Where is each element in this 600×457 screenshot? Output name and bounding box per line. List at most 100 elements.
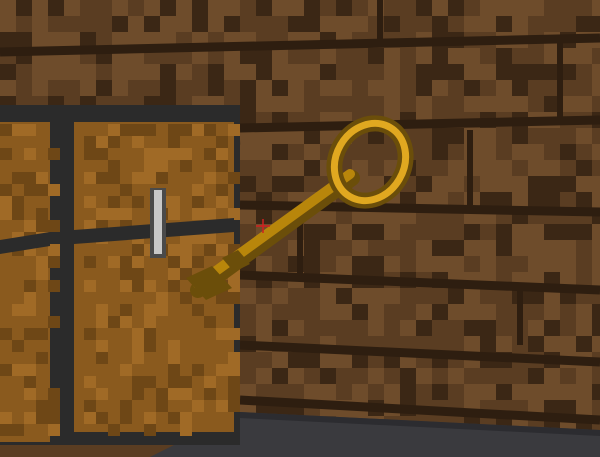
chest-wood-pixel — [48, 388, 60, 400]
wall-pixel — [400, 320, 416, 336]
wall-pixel — [528, 80, 544, 96]
chest-wood-pixel — [168, 352, 180, 364]
wall-pixel — [336, 16, 352, 32]
wall-pixel — [304, 96, 320, 112]
chest-wood-pixel — [48, 220, 60, 232]
wall-pixel — [352, 304, 368, 320]
chest-wood-pixel — [0, 184, 12, 196]
chest-wood-pixel — [12, 340, 24, 352]
wall-pixel — [336, 304, 352, 320]
chest-wood-pixel — [228, 292, 240, 304]
wall-pixel — [560, 176, 576, 192]
wall-pixel — [544, 368, 560, 384]
chest-wood-pixel — [132, 256, 144, 268]
wall-pixel — [16, 0, 32, 16]
wall-pixel — [416, 320, 432, 336]
wall-pixel — [480, 304, 496, 320]
wall-pixel — [496, 240, 512, 256]
chest-wood-pixel — [156, 172, 168, 184]
wall-pixel — [432, 144, 448, 160]
chest-wood-pixel — [84, 136, 96, 148]
chest-wood-pixel — [12, 124, 24, 136]
wall-pixel — [400, 256, 416, 272]
wall-pixel — [480, 224, 496, 240]
wall-pixel — [416, 160, 432, 176]
chest-wood-pixel — [120, 208, 132, 220]
wall-pixel — [240, 160, 256, 176]
wall-pixel — [64, 64, 80, 80]
wall-pixel — [576, 224, 592, 240]
wall-pixel — [592, 96, 600, 112]
chest-wood-pixel — [108, 172, 120, 184]
chest-wood-pixel — [120, 364, 132, 376]
game-viewport[interactable] — [0, 0, 600, 457]
wall-pixel — [496, 128, 512, 144]
wall-pixel — [528, 224, 544, 240]
wall-pixel — [480, 0, 496, 16]
chest-wood-pixel — [0, 208, 12, 220]
chest-wood-pixel — [48, 400, 60, 412]
wall-pixel — [192, 80, 208, 96]
chest-wood-pixel — [120, 400, 132, 412]
wall-pixel — [560, 160, 576, 176]
wall-pixel — [320, 384, 336, 400]
chest-wood-pixel — [120, 268, 132, 280]
chest-wood-pixel — [156, 148, 168, 160]
wall-pixel — [352, 16, 368, 32]
wall-pixel — [480, 176, 496, 192]
wall-pixel — [448, 64, 464, 80]
chest-wood-pixel — [0, 364, 12, 376]
wall-pixel — [384, 64, 400, 80]
wall-pixel — [352, 224, 368, 240]
chest-wood-pixel — [96, 148, 108, 160]
wall-pixel — [416, 0, 432, 16]
chest-wood-pixel — [132, 280, 144, 292]
wall-pixel — [288, 16, 304, 32]
wall-pixel — [448, 240, 464, 256]
wall-pixel — [240, 144, 256, 160]
wall-pixel — [560, 128, 576, 144]
wall-pixel — [352, 96, 368, 112]
wall-pixel — [0, 32, 16, 48]
wall-pixel — [592, 224, 600, 240]
wall-pixel — [512, 128, 528, 144]
chest-wood-pixel — [168, 412, 180, 424]
chest-wood-pixel — [96, 412, 108, 424]
wall-pixel — [432, 96, 448, 112]
wall-pixel — [576, 384, 592, 400]
chest-wood-pixel — [24, 376, 36, 388]
chest-wood-pixel — [96, 136, 108, 148]
wall-pixel — [400, 16, 416, 32]
chest-wood-pixel — [48, 148, 60, 160]
chest-wood-pixel — [216, 244, 228, 256]
chest-wood-pixel — [180, 148, 192, 160]
wall-pixel — [304, 48, 320, 64]
chest-wood-pixel — [132, 268, 144, 280]
wall-pixel — [320, 320, 336, 336]
chest-wood-pixel — [24, 280, 36, 292]
wall-pixel — [256, 288, 272, 304]
wall-pixel — [272, 0, 288, 16]
wall-pixel — [480, 256, 496, 272]
chest-wood-pixel — [0, 124, 12, 136]
chest-wood-pixel — [84, 400, 96, 412]
chest-wood-pixel — [180, 256, 192, 268]
wall-pixel — [256, 208, 272, 224]
wall-pixel — [592, 144, 600, 160]
chest-latch — [154, 190, 162, 254]
chest-wood-pixel — [108, 160, 120, 172]
chest-wood-pixel — [132, 388, 144, 400]
wall-pixel — [592, 80, 600, 96]
wall-pixel — [432, 16, 448, 32]
wall-pixel — [272, 176, 288, 192]
wall-pixel — [528, 64, 544, 80]
chest-wood-pixel — [156, 400, 168, 412]
wall-pixel — [576, 336, 592, 352]
chest-wood-pixel — [96, 208, 108, 220]
chest-wood-pixel — [132, 328, 144, 340]
wall-pixel — [480, 80, 496, 96]
chest-wood-pixel — [108, 136, 120, 148]
chest-wood-pixel — [168, 208, 180, 220]
chest-wood-pixel — [132, 136, 144, 148]
wall-pixel — [560, 192, 576, 208]
